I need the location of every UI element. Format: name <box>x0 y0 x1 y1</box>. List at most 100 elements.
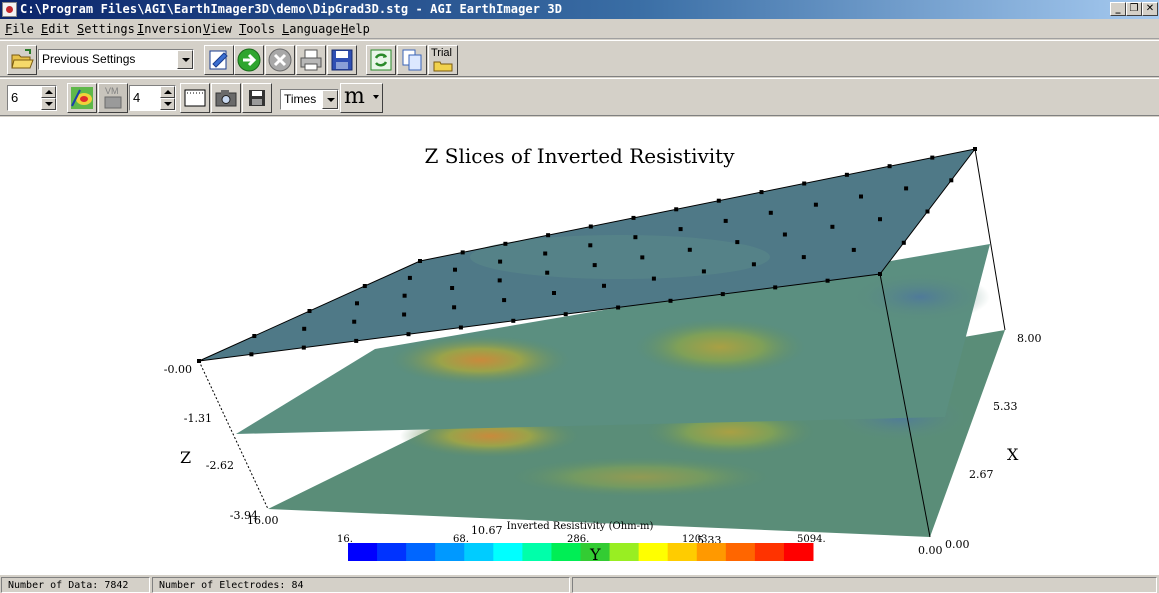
y-axis-label: Y <box>589 545 601 564</box>
vm-icon <box>104 96 122 109</box>
electrode-marker <box>588 224 593 229</box>
menu-tools[interactable]: Tools <box>239 22 275 36</box>
trial-button[interactable]: Trial <box>428 45 458 75</box>
slice-count-up-button[interactable] <box>41 86 56 98</box>
open-folder-icon <box>11 49 34 69</box>
electrode-marker <box>453 267 457 272</box>
electrode-marker <box>901 240 906 245</box>
chevron-down-icon[interactable] <box>322 90 338 109</box>
x-axis-label: X <box>1007 445 1019 464</box>
electrode-marker <box>904 186 909 191</box>
minimize-button[interactable]: _ <box>1110 2 1126 16</box>
electrode-marker <box>678 227 683 232</box>
settings-combo[interactable]: Previous Settings <box>38 49 194 70</box>
status-electrode-count: Number of Electrodes: 84 <box>152 577 570 593</box>
frame-icon <box>184 89 206 107</box>
electrode-marker <box>633 235 638 240</box>
electrode-marker <box>830 224 835 229</box>
status-data-count: Number of Data: 7842 <box>1 577 150 593</box>
electrode-marker <box>546 233 551 238</box>
colorbar-swatch <box>696 543 727 561</box>
electrode-marker <box>925 209 930 214</box>
electrode-marker <box>452 305 457 310</box>
electrode-marker <box>825 278 830 283</box>
menu-file[interactable]: File <box>5 22 34 36</box>
electrode-marker <box>887 164 892 169</box>
contour-map-button[interactable] <box>67 83 97 113</box>
menu-help[interactable]: Help <box>341 22 370 36</box>
save-button[interactable] <box>327 45 357 75</box>
electrode-marker <box>801 255 806 260</box>
font-combo-value: Times <box>284 92 317 106</box>
slices-3d-view[interactable]: -0.00 -1.31 -2.62 -3.94 Z 8.00 5.33 2.67… <box>0 117 1159 575</box>
font-combo[interactable]: Times <box>280 89 339 110</box>
electrode-marker <box>759 190 764 195</box>
close-button[interactable]: ✕ <box>1142 2 1158 16</box>
electrode-marker <box>878 217 882 222</box>
plot-area[interactable]: Z Slices of Inverted Resistivity -0.00 -… <box>0 117 1159 575</box>
vm-button[interactable]: VM <box>98 83 128 113</box>
slice-count-down-button[interactable] <box>41 98 56 110</box>
electrode-marker <box>844 172 849 177</box>
colorbar <box>348 543 814 561</box>
print-button[interactable] <box>296 45 326 75</box>
stop-button[interactable] <box>265 45 295 75</box>
refresh-button[interactable] <box>366 45 396 75</box>
copy-icon <box>402 49 422 71</box>
app-icon[interactable] <box>2 2 17 17</box>
z-tick-label: -0.00 <box>164 363 192 376</box>
slice-count-spinner[interactable]: 6 <box>7 85 57 111</box>
colorbar-swatch <box>609 543 640 561</box>
electrode-marker <box>701 269 706 274</box>
menu-edit[interactable]: Edit <box>41 22 70 36</box>
electrode-marker <box>407 275 412 280</box>
electrode-marker <box>450 286 455 290</box>
colorbar-swatch <box>551 543 581 561</box>
electrode-marker <box>949 178 954 183</box>
snapshot-button[interactable] <box>211 83 241 113</box>
edit-settings-button[interactable] <box>204 45 234 75</box>
menu-inversion[interactable]: Inversion <box>137 22 202 36</box>
slice-bottom-anomaly <box>510 457 770 497</box>
copy-button[interactable] <box>397 45 427 75</box>
electrode-marker <box>402 293 407 298</box>
export-button[interactable] <box>242 83 272 113</box>
run-inversion-button[interactable] <box>234 45 264 75</box>
font-size-button[interactable]: m <box>340 83 383 113</box>
menu-language[interactable]: Language <box>282 22 340 36</box>
electrode-marker <box>616 305 621 310</box>
electrode-marker <box>406 332 411 337</box>
status-empty-pane <box>572 577 1157 593</box>
electrode-marker <box>782 232 787 237</box>
electrode-marker <box>602 283 606 288</box>
save-disk-icon <box>249 90 265 106</box>
contour-count-spinner[interactable]: 4 <box>129 85 176 111</box>
electrode-marker <box>352 319 357 324</box>
open-button[interactable] <box>7 45 37 75</box>
slice-middle-anomaly <box>850 272 990 322</box>
electrode-marker <box>498 259 503 264</box>
electrode-marker <box>851 247 856 252</box>
colorbar-swatch <box>348 543 378 561</box>
electrode-marker <box>588 243 593 248</box>
contour-count-down-button[interactable] <box>160 98 175 110</box>
electrode-marker <box>592 263 597 268</box>
electrode-marker <box>511 318 516 323</box>
contour-map-icon <box>71 87 93 109</box>
menu-view[interactable]: View <box>203 22 232 36</box>
y-tick-label: 10.67 <box>471 524 503 537</box>
x-tick-label: 5.33 <box>993 400 1018 413</box>
save-disk-icon <box>331 49 353 71</box>
title-bar[interactable]: C:\Program Files\AGI\EarthImager3D\demo\… <box>0 0 1159 19</box>
settings-combo-value: Previous Settings <box>42 52 136 66</box>
electrode-marker <box>751 262 756 267</box>
contour-count-up-button[interactable] <box>160 86 175 98</box>
chevron-down-icon[interactable] <box>177 50 193 69</box>
electrode-marker <box>651 276 656 281</box>
electrode-marker <box>563 312 568 317</box>
electrode-marker <box>354 338 359 343</box>
frame-button[interactable] <box>180 83 210 113</box>
electrode-marker <box>668 298 673 303</box>
menu-settings[interactable]: Settings <box>77 22 135 36</box>
restore-button[interactable]: ❐ <box>1126 2 1142 16</box>
